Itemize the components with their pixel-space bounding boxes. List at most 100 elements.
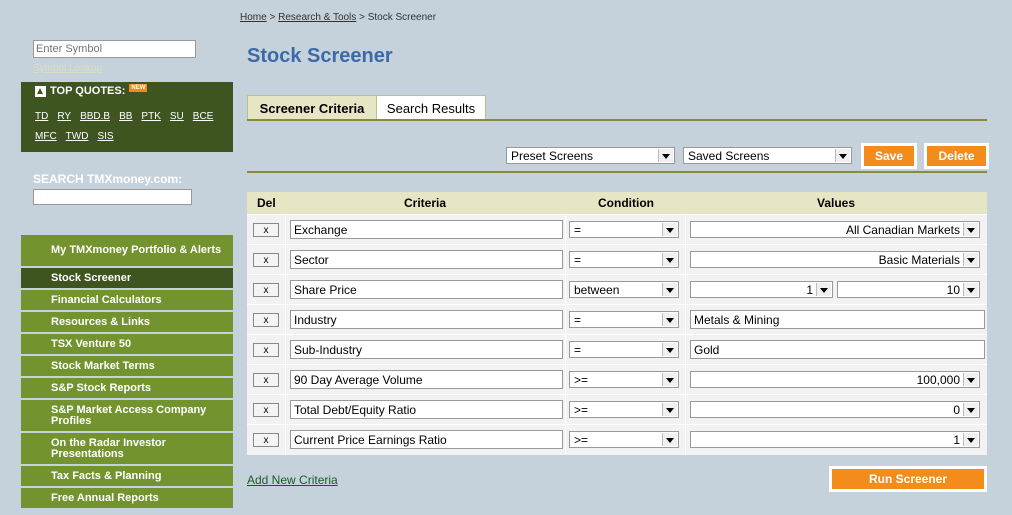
- condition-value: >=: [574, 403, 589, 417]
- nav-item-sp-profiles[interactable]: S&P Market Access Company Profiles: [21, 400, 233, 433]
- criteria-field[interactable]: Sub-Industry: [290, 340, 563, 359]
- criteria-field[interactable]: Share Price: [290, 280, 563, 299]
- new-badge: NEW: [129, 84, 148, 92]
- nav-label: Tax Facts & Planning: [51, 469, 162, 482]
- value-field[interactable]: Gold: [690, 340, 985, 359]
- nav-label: Financial Calculators: [51, 293, 162, 306]
- add-criteria-link[interactable]: Add New Criteria: [247, 473, 338, 487]
- quote-link[interactable]: BB: [119, 111, 132, 122]
- header-condition: Condition: [598, 196, 654, 210]
- nav-item-portfolio[interactable]: My TMXmoney Portfolio & Alerts: [21, 235, 233, 268]
- delete-row-button[interactable]: x: [253, 433, 279, 447]
- nav-item-resources[interactable]: Resources & Links: [21, 312, 233, 334]
- chevron-down-icon: [816, 283, 831, 296]
- criteria-field[interactable]: 90 Day Average Volume: [290, 370, 563, 389]
- side-nav: My TMXmoney Portfolio & Alerts Stock Scr…: [21, 235, 233, 510]
- tab-screener-criteria[interactable]: Screener Criteria: [247, 95, 377, 121]
- chevron-down-icon: [662, 313, 677, 326]
- breadcrumb-research[interactable]: Research & Tools: [278, 12, 356, 23]
- preset-screens-value: Preset Screens: [511, 149, 594, 163]
- preset-screens-select[interactable]: Preset Screens: [506, 147, 675, 164]
- quote-link[interactable]: BCE: [193, 111, 214, 122]
- value-select[interactable]: 100,000: [690, 371, 980, 388]
- condition-select[interactable]: =: [569, 251, 679, 268]
- condition-select[interactable]: =: [569, 341, 679, 358]
- delete-row-button[interactable]: x: [253, 343, 279, 357]
- tab-search-results[interactable]: Search Results: [376, 95, 486, 121]
- nav-label: Stock Screener: [51, 271, 132, 284]
- quote-link[interactable]: TWD: [66, 131, 89, 142]
- quote-link[interactable]: RY: [57, 111, 71, 122]
- delete-button[interactable]: Delete: [924, 143, 989, 169]
- condition-select[interactable]: =: [569, 311, 679, 328]
- condition-select[interactable]: >=: [569, 401, 679, 418]
- header-criteria: Criteria: [404, 196, 447, 210]
- chevron-down-icon: [662, 253, 677, 266]
- condition-select[interactable]: between: [569, 281, 679, 298]
- value-select[interactable]: 0: [690, 401, 980, 418]
- run-screener-button[interactable]: Run Screener: [829, 466, 987, 492]
- delete-row-button[interactable]: x: [253, 283, 279, 297]
- value-to-select[interactable]: 10: [837, 281, 980, 298]
- nav-item-market-terms[interactable]: Stock Market Terms: [21, 356, 233, 378]
- quote-link[interactable]: TD: [35, 111, 48, 122]
- criteria-field[interactable]: Exchange: [290, 220, 563, 239]
- criteria-field[interactable]: Current Price Earnings Ratio: [290, 430, 563, 449]
- value-text: 0: [953, 403, 960, 417]
- breadcrumb-home[interactable]: Home: [240, 12, 267, 23]
- value-text: 10: [946, 283, 960, 297]
- chevron-down-icon: [963, 373, 978, 386]
- value-from-select[interactable]: 1: [690, 281, 833, 298]
- criteria-field[interactable]: Sector: [290, 250, 563, 269]
- value-text: 100,000: [916, 373, 960, 387]
- value-select[interactable]: All Canadian Markets: [690, 221, 980, 238]
- value-select[interactable]: Basic Materials: [690, 251, 980, 268]
- top-quotes-label: TOP QUOTES:: [50, 85, 126, 97]
- saved-screens-value: Saved Screens: [688, 149, 770, 163]
- quote-link[interactable]: SU: [170, 111, 184, 122]
- value-select[interactable]: 1: [690, 431, 980, 448]
- delete-row-button[interactable]: x: [253, 253, 279, 267]
- nav-item-on-the-radar[interactable]: On the Radar Investor Presentations: [21, 433, 233, 466]
- header-values: Values: [817, 196, 856, 210]
- condition-value: =: [574, 253, 582, 267]
- column-divider: [685, 214, 686, 455]
- chevron-down-icon: [662, 433, 677, 446]
- value-text: 1: [953, 433, 960, 447]
- breadcrumb: Home > Research & Tools > Stock Screener: [240, 12, 436, 23]
- delete-row-button[interactable]: x: [253, 223, 279, 237]
- table-row: x 90 Day Average Volume >= 100,000: [247, 364, 987, 394]
- nav-item-tsx-venture[interactable]: TSX Venture 50: [21, 334, 233, 356]
- chevron-down-icon: [662, 343, 677, 356]
- site-search-input[interactable]: [33, 189, 192, 205]
- quote-link[interactable]: SIS: [97, 131, 113, 142]
- quote-link[interactable]: PTK: [141, 111, 160, 122]
- condition-select[interactable]: >=: [569, 431, 679, 448]
- delete-row-button[interactable]: x: [253, 403, 279, 417]
- value-text: Basic Materials: [878, 253, 960, 267]
- criteria-field[interactable]: Total Debt/Equity Ratio: [290, 400, 563, 419]
- value-field[interactable]: Metals & Mining: [690, 310, 985, 329]
- condition-select[interactable]: >=: [569, 371, 679, 388]
- delete-row-button[interactable]: x: [253, 373, 279, 387]
- save-button[interactable]: Save: [861, 143, 917, 169]
- table-row: x Sub-Industry = Gold: [247, 334, 987, 364]
- nav-item-financial-calculators[interactable]: Financial Calculators: [21, 290, 233, 312]
- nav-item-sp-reports[interactable]: S&P Stock Reports: [21, 378, 233, 400]
- condition-select[interactable]: =: [569, 221, 679, 238]
- saved-screens-select[interactable]: Saved Screens: [683, 147, 852, 164]
- symbol-input[interactable]: [33, 40, 196, 58]
- chevron-down-icon: [963, 283, 978, 296]
- nav-label: My TMXmoney Portfolio & Alerts: [51, 244, 222, 256]
- symbol-lookup-link[interactable]: Symbol Lookup: [33, 63, 102, 74]
- nav-item-tax-facts[interactable]: Tax Facts & Planning: [21, 466, 233, 488]
- arrow-up-icon: [35, 85, 46, 97]
- quote-link[interactable]: BBD.B: [80, 111, 110, 122]
- chevron-down-icon: [662, 373, 677, 386]
- value-text: All Canadian Markets: [845, 223, 960, 237]
- nav-item-stock-screener[interactable]: Stock Screener: [21, 268, 233, 290]
- delete-row-button[interactable]: x: [253, 313, 279, 327]
- criteria-field[interactable]: Industry: [290, 310, 563, 329]
- quote-link[interactable]: MFC: [35, 131, 57, 142]
- nav-item-annual-reports[interactable]: Free Annual Reports: [21, 488, 233, 510]
